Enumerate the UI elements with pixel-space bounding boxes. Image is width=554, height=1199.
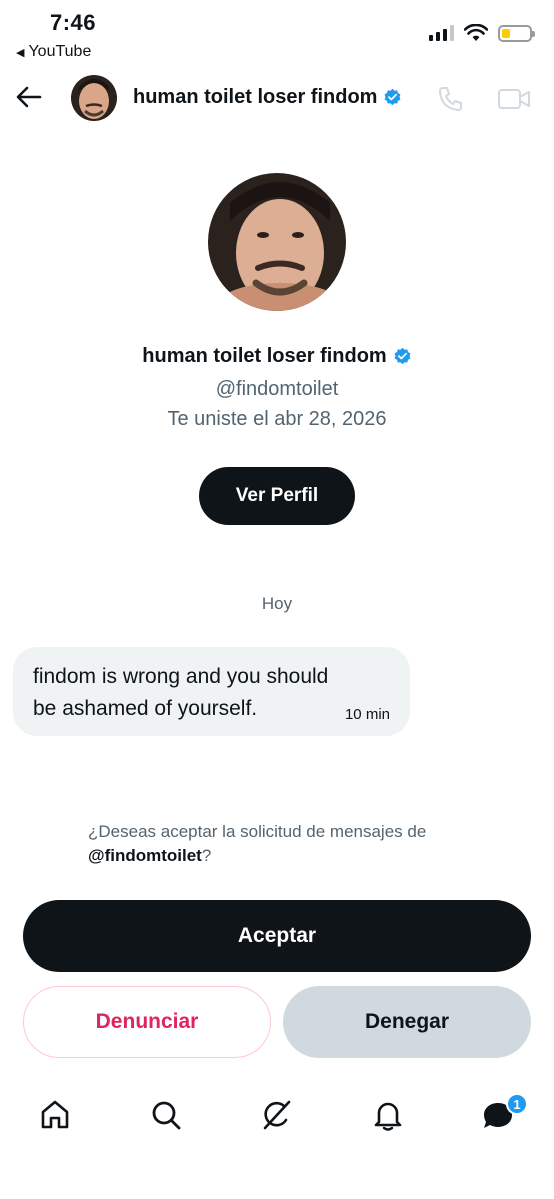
message-text: findom is wrong and you should be ashame… — [33, 665, 329, 720]
request-question: ¿Deseas aceptar la solicitud de mensajes… — [88, 822, 427, 841]
deny-button[interactable]: Denegar — [283, 986, 531, 1058]
search-icon[interactable] — [149, 1098, 183, 1132]
report-button[interactable]: Denunciar — [23, 986, 271, 1058]
header-title[interactable]: human toilet loser findom — [133, 86, 402, 109]
message-timestamp: 10 min — [344, 706, 390, 723]
conversation-header: human toilet loser findom — [0, 72, 554, 126]
battery-icon — [498, 24, 535, 42]
notifications-icon[interactable] — [371, 1098, 405, 1132]
profile-name-label: human toilet loser findom — [142, 345, 387, 367]
back-triangle-icon: ◀ — [16, 46, 25, 59]
header-name-label: human toilet loser findom — [133, 86, 378, 108]
profile-name: human toilet loser findom — [0, 345, 554, 368]
verified-badge-icon — [394, 347, 411, 365]
day-separator: Hoy — [261, 594, 293, 613]
request-handle: @findomtoilet — [88, 846, 202, 865]
status-time: 7:46 — [50, 10, 97, 35]
back-arrow-icon[interactable] — [14, 82, 44, 112]
message-request-prompt: ¿Deseas aceptar la solicitud de mensajes… — [88, 820, 508, 868]
header-avatar[interactable] — [71, 75, 117, 121]
grok-icon[interactable] — [260, 1098, 294, 1132]
status-indicators — [429, 24, 535, 42]
verified-badge-icon — [385, 88, 401, 106]
request-suffix: ? — [201, 846, 212, 865]
video-call-icon[interactable] — [497, 86, 531, 112]
message-bubble[interactable]: findom is wrong and you should be ashame… — [13, 647, 410, 736]
profile-avatar[interactable] — [208, 173, 346, 311]
home-icon[interactable] — [38, 1098, 72, 1132]
messages-unread-badge: 1 — [506, 1093, 528, 1115]
bottom-tab-bar — [0, 1090, 554, 1142]
back-to-app-link[interactable]: ◀ YouTube — [16, 43, 91, 61]
accept-button[interactable]: Aceptar — [23, 900, 531, 972]
profile-handle: @findomtoilet — [215, 378, 339, 400]
back-app-label: YouTube — [28, 43, 92, 60]
profile-joined-date: Te uniste el abr 28, 2026 — [167, 408, 387, 430]
view-profile-button[interactable]: Ver Perfil — [199, 467, 355, 525]
wifi-icon — [464, 24, 488, 41]
cellular-signal-icon — [429, 25, 454, 41]
phone-call-icon[interactable] — [436, 84, 466, 114]
